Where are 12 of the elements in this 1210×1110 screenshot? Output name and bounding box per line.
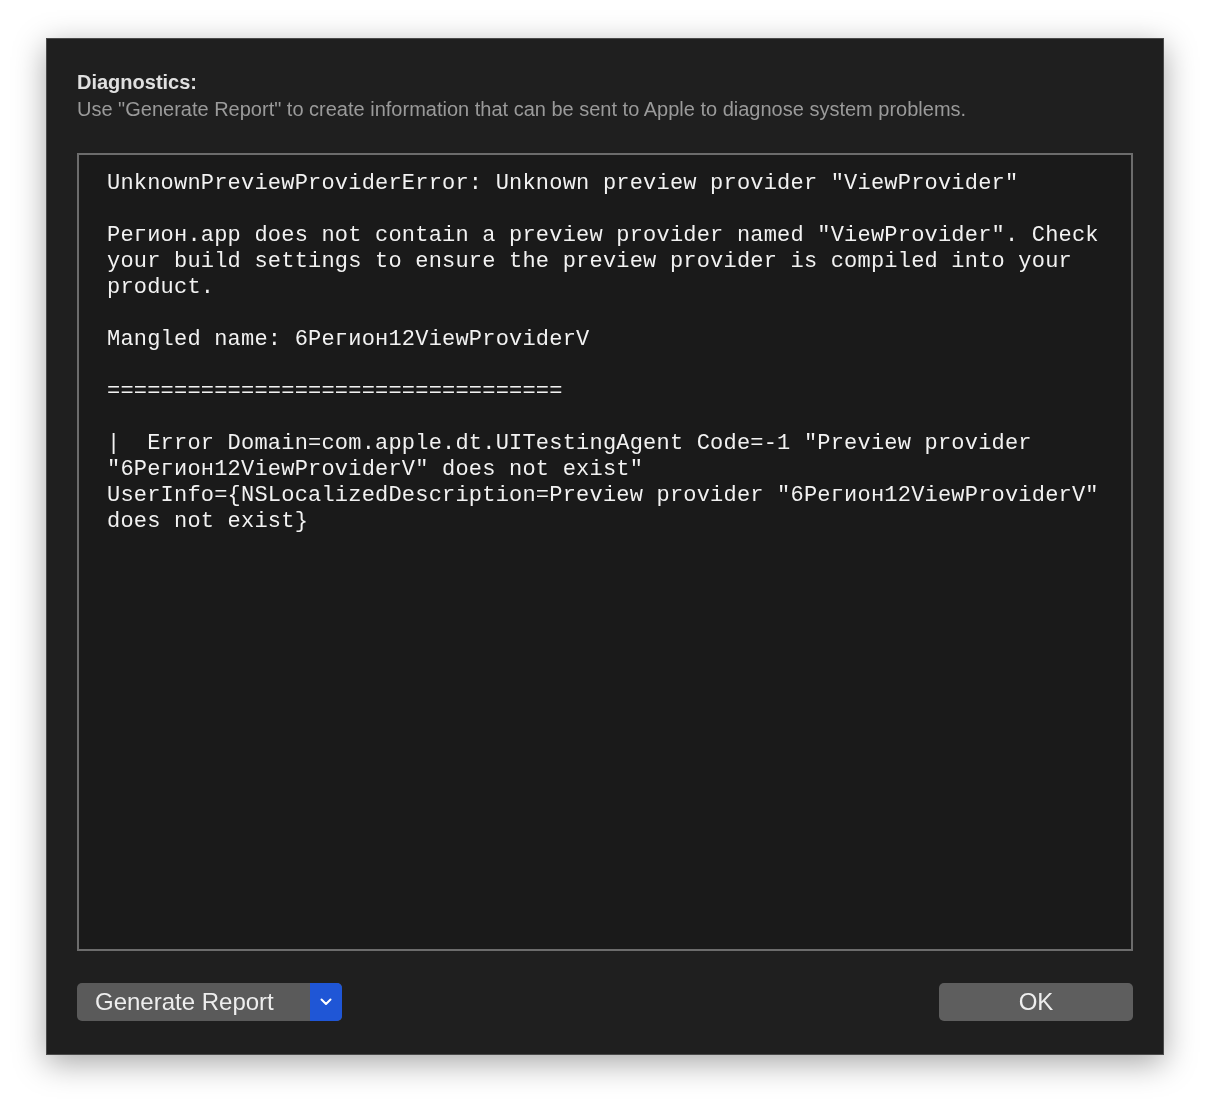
generate-report-label: Generate Report xyxy=(94,987,275,1017)
log-paragraph: UnknownPreviewProviderError: Unknown preview provider "ViewProvider" xyxy=(107,171,1020,197)
ok-button[interactable]: OK xyxy=(939,983,1133,1021)
log-paragraph: | Error Domain=com.apple.dt.UITestingAgent Code=-1 "Preview provider "6Регион12ViewProviderV" does not exist" UserInfo={NSLocalizedDescription=Preview provider "6Регион12ViewProviderV" does not exist} xyxy=(107,431,1100,535)
log-paragraph: Mangled name: 6Регион12ViewProviderV xyxy=(107,327,591,353)
chevron-down-icon[interactable] xyxy=(310,983,342,1021)
generate-report-popup-button[interactable]: Generate Report xyxy=(77,983,342,1021)
section-title: Diagnostics: xyxy=(77,70,199,95)
log-text-area[interactable] xyxy=(77,153,1133,951)
log-paragraph: Регион.app does not contain a preview provider named "ViewProvider". Check your build settings to ensure the preview provider is compiled into your product. xyxy=(107,223,1100,301)
log-paragraph: ================================== xyxy=(107,379,564,405)
section-description: Use "Generate Report" to create information that can be sent to Apple to diagnose system problems. xyxy=(77,97,968,122)
